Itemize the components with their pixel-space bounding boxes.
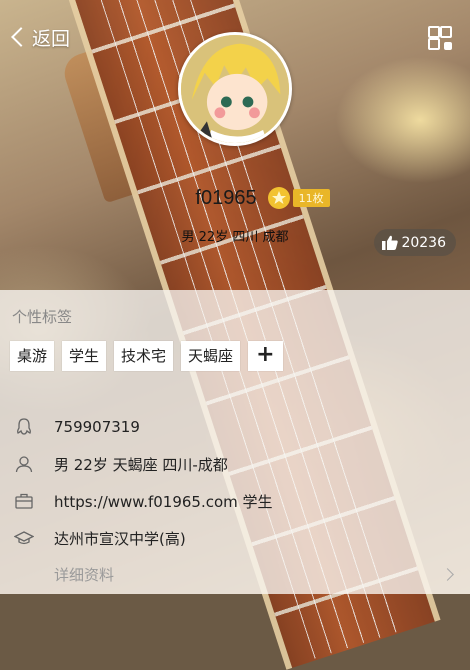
basic-info: 男 22岁 天蝎座 四川-成都 <box>54 455 228 474</box>
vip-crown-icon <box>267 187 290 209</box>
website-row: https://www.f01965.com 学生 <box>0 488 470 514</box>
chevron-left-icon <box>11 27 31 47</box>
user-name: f01965 <box>195 186 257 209</box>
school-name: 达州市宣汉中学(高) <box>54 529 186 548</box>
tag-item[interactable]: 桌游 <box>10 341 55 371</box>
like-count: 20236 <box>401 234 446 251</box>
tag-item[interactable]: 学生 <box>62 341 107 371</box>
more-details-label: 详细资料 <box>54 565 115 584</box>
profile-name-row: f01965 11枚 <box>0 186 470 210</box>
tags-title: 个性标签 <box>12 308 73 326</box>
briefcase-icon <box>15 493 33 509</box>
add-tag-button[interactable]: + <box>248 341 283 371</box>
person-icon <box>15 456 33 473</box>
tag-list: 桌游 学生 技术宅 天蝎座 + <box>10 341 283 371</box>
thumbs-up-icon <box>382 235 399 250</box>
level-badge: 11枚 <box>292 189 330 207</box>
qq-penguin-icon <box>17 418 31 435</box>
back-button[interactable]: 返回 <box>8 22 70 52</box>
avatar[interactable] <box>178 32 292 146</box>
chevron-right-icon <box>441 567 454 581</box>
avatar-image <box>181 35 289 143</box>
like-button[interactable]: 20236 <box>374 229 456 256</box>
graduation-cap-icon <box>14 531 34 545</box>
website-occupation: https://www.f01965.com 学生 <box>54 492 273 511</box>
qr-code-icon[interactable] <box>428 26 452 50</box>
tag-item[interactable]: 天蝎座 <box>181 341 241 371</box>
back-label: 返回 <box>32 27 71 50</box>
qq-number: 759907319 <box>54 418 140 436</box>
basic-info-row: 男 22岁 天蝎座 四川-成都 <box>0 451 470 477</box>
school-row: 达州市宣汉中学(高) <box>0 525 470 551</box>
qq-row: 759907319 <box>0 414 470 440</box>
more-details-row[interactable]: 详细资料 <box>0 561 470 587</box>
profile-details-panel: 个性标签 桌游 学生 技术宅 天蝎座 + 759907319 男 22岁 天蝎座… <box>0 290 470 594</box>
tag-item[interactable]: 技术宅 <box>114 341 174 371</box>
